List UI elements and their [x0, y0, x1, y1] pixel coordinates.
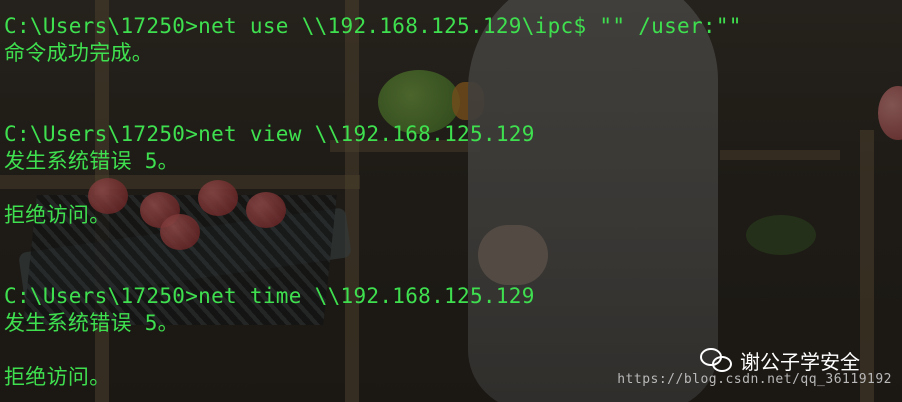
terminal-line: 拒绝访问。	[4, 365, 111, 389]
brand-name: 谢公子学安全	[740, 350, 860, 374]
watermark-brand: 谢公子学安全	[700, 346, 860, 375]
terminal-line: 发生系统错误 5。	[4, 149, 179, 173]
wechat-icon	[700, 347, 734, 374]
terminal-line: C:\Users\17250>net time \\192.168.125.12…	[4, 284, 535, 308]
terminal-output: C:\Users\17250>net use \\192.168.125.129…	[4, 10, 902, 402]
watermark-url: https://blog.csdn.net/qq_36119192	[617, 372, 892, 387]
terminal-line: 发生系统错误 5。	[4, 311, 179, 335]
terminal-line: 拒绝访问。	[4, 203, 111, 227]
terminal-line: C:\Users\17250>net view \\192.168.125.12…	[4, 122, 535, 146]
terminal-line: C:\Users\17250>net use \\192.168.125.129…	[4, 14, 742, 38]
terminal-line: 命令成功完成。	[4, 41, 154, 65]
